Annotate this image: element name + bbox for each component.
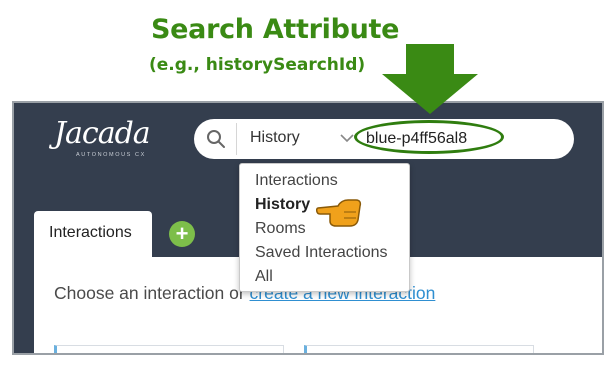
dropdown-option-history[interactable]: History <box>255 196 310 214</box>
tab-interactions[interactable]: Interactions <box>34 211 152 257</box>
search-scope-select[interactable]: History <box>238 119 358 159</box>
pointing-hand-icon <box>316 199 362 227</box>
dropdown-option-all[interactable]: All <box>255 268 273 286</box>
search-input-highlight <box>354 120 504 154</box>
chevron-down-icon <box>340 134 354 143</box>
logo: Jacada AUTONOMOUS CX <box>54 118 164 164</box>
dropdown-option-rooms[interactable]: Rooms <box>255 220 306 238</box>
tab-label: Interactions <box>49 224 132 241</box>
prompt-text: Choose an interaction or <box>54 283 250 303</box>
dropdown-option-interactions[interactable]: Interactions <box>255 172 338 190</box>
interaction-card[interactable] <box>54 345 284 353</box>
callout-title: Search Attribute <box>151 14 400 45</box>
down-arrow-icon <box>382 44 478 114</box>
interaction-card[interactable] <box>304 345 534 353</box>
callout-subtitle: (e.g., historySearchId) <box>149 55 366 75</box>
logo-tagline: AUTONOMOUS CX <box>76 152 146 158</box>
logo-wordmark: Jacada <box>54 116 151 151</box>
search-scope-value: History <box>250 129 300 146</box>
add-tab-button[interactable]: + <box>169 221 195 247</box>
search-icon[interactable] <box>206 129 226 149</box>
dropdown-option-saved-interactions[interactable]: Saved Interactions <box>255 244 388 262</box>
search-divider <box>236 123 237 155</box>
